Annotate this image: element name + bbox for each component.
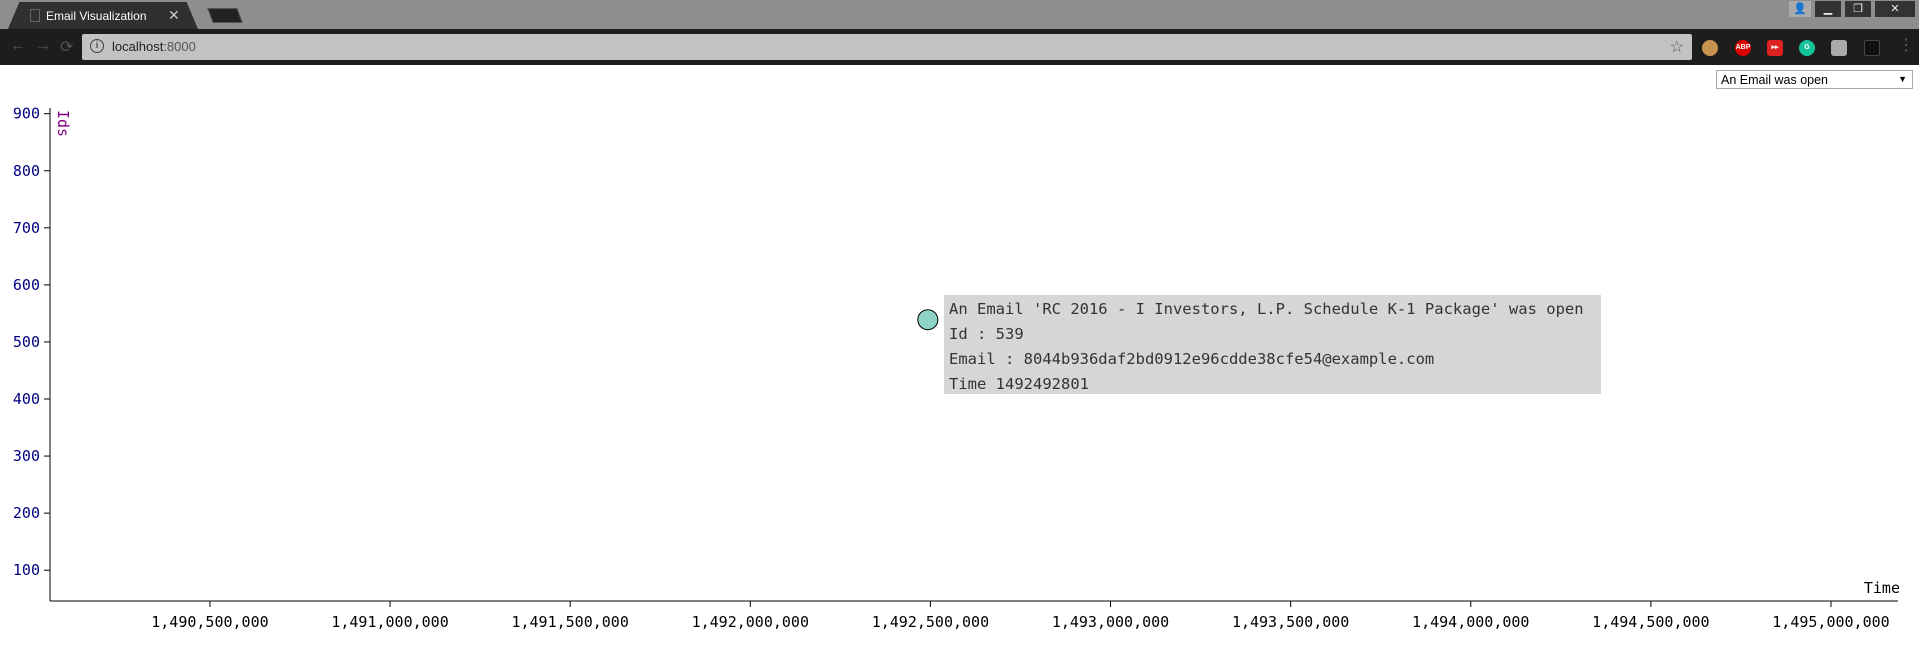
tooltip-id: Id : 539: [949, 325, 1024, 343]
chevron-down-icon: ▼: [1898, 74, 1907, 84]
event-type-value: An Email was open: [1721, 73, 1829, 87]
tooltip: An Email 'RC 2016 - I Investors, L.P. Sc…: [944, 295, 1601, 394]
restore-icon[interactable]: ❐: [1845, 1, 1871, 17]
y-tick-label: 300: [13, 447, 40, 465]
info-icon[interactable]: i: [90, 39, 104, 53]
y-tick-label: 400: [13, 390, 40, 408]
grammarly-icon[interactable]: G: [1799, 40, 1815, 56]
reload-icon[interactable]: ⟳: [60, 37, 73, 57]
address-bar[interactable]: i localhost:8000 ☆: [82, 34, 1692, 60]
y-tick-label: 900: [13, 105, 40, 123]
data-point: [917, 309, 939, 331]
x-tick-label: 1,492,000,000: [692, 613, 809, 631]
y-tick-label: 800: [13, 162, 40, 180]
browser-toolbar: ← → ⟳ i localhost:8000 ☆ ABP ▸▸ G ⋮: [0, 29, 1919, 65]
close-tab-icon[interactable]: ✕: [168, 7, 180, 24]
url-port: :8000: [163, 39, 196, 54]
new-tab-button[interactable]: [207, 8, 243, 23]
adblock-icon[interactable]: ABP: [1735, 40, 1751, 56]
y-tick-label: 100: [13, 561, 40, 579]
extension-gray-icon[interactable]: [1831, 40, 1847, 56]
bookmark-star-icon[interactable]: ☆: [1670, 37, 1684, 57]
extension-owl-icon[interactable]: [1702, 40, 1718, 56]
tooltip-email: Email : 8044b936daf2bd0912e96cdde38cfe54…: [949, 350, 1435, 368]
menu-icon[interactable]: ⋮: [1898, 35, 1914, 55]
x-axis-label: Time: [1864, 579, 1900, 597]
tab-email-visualization[interactable]: Email Visualization ✕: [8, 2, 198, 29]
url-host: localhost: [112, 39, 164, 54]
tooltip-title: An Email 'RC 2016 - I Investors, L.P. Sc…: [949, 300, 1584, 318]
minimize-icon[interactable]: ▁: [1815, 1, 1841, 17]
x-tick-label: 1,494,500,000: [1592, 613, 1709, 631]
forward-icon[interactable]: →: [35, 37, 51, 55]
x-tick-label: 1,493,500,000: [1232, 613, 1349, 631]
x-tick-label: 1,493,000,000: [1052, 613, 1169, 631]
y-tick-label: 600: [13, 276, 40, 294]
back-icon[interactable]: ←: [10, 37, 26, 55]
close-window-icon[interactable]: ✕: [1875, 1, 1915, 17]
x-tick-label: 1,494,000,000: [1412, 613, 1529, 631]
x-tick-label: 1,491,500,000: [511, 613, 628, 631]
x-tick-label: 1,495,000,000: [1772, 613, 1889, 631]
x-tick-label: 1,491,000,000: [331, 613, 448, 631]
tooltip-time: Time 1492492801: [949, 375, 1089, 393]
y-tick-label: 500: [13, 333, 40, 351]
profile-icon[interactable]: 👤: [1789, 1, 1811, 17]
extension-news-icon[interactable]: [1864, 40, 1880, 56]
y-axis-label: Ids: [54, 110, 72, 137]
event-type-select[interactable]: An Email was open ▼: [1716, 70, 1913, 89]
x-tick-label: 1,492,500,000: [872, 613, 989, 631]
extension-forward-icon[interactable]: ▸▸: [1767, 40, 1783, 56]
y-tick-label: 200: [13, 504, 40, 522]
y-tick-label: 700: [13, 219, 40, 237]
window-controls: 👤 ▁ ❐ ✕: [1789, 1, 1915, 17]
x-tick-label: 1,490,500,000: [151, 613, 268, 631]
tab-title: Email Visualization: [46, 9, 147, 23]
page-icon: [30, 9, 40, 22]
tab-bar: Email Visualization ✕ 👤 ▁ ❐ ✕: [0, 0, 1919, 29]
